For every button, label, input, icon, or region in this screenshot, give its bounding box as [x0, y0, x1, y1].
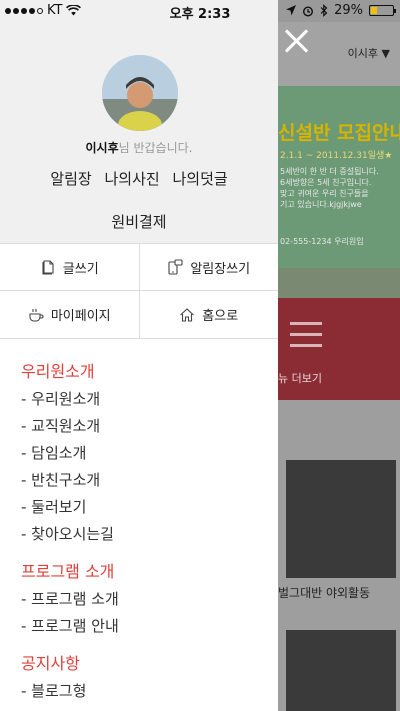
banner-date: 2.1.1 ~ 2011.12.31일생★	[280, 151, 393, 161]
menu-heading[interactable]: 공지사항	[21, 650, 271, 674]
menu-heading[interactable]: 우리원소개	[21, 358, 271, 382]
battery-percent: 29%	[334, 3, 363, 18]
location-icon	[286, 5, 297, 16]
menu-item[interactable]: - 담임소개	[21, 440, 271, 467]
menu-heading[interactable]: 프로그램 소개	[21, 558, 271, 582]
mypage-label: 마이페이지	[50, 309, 111, 324]
drawer-menu: 우리원소개 - 우리원소개 - 교직원소개 - 담임소개 - 반친구소개 - 둘…	[21, 358, 271, 711]
avatar[interactable]	[102, 55, 178, 131]
mypage-button[interactable]: 마이페이지	[0, 291, 139, 338]
background-photo-caption[interactable]: 벌그대반 야외활동	[278, 584, 370, 601]
link-my-comments[interactable]: 나의덧글	[172, 170, 227, 188]
battery-fill	[371, 7, 378, 14]
menu-item[interactable]: - 찾아오시는길	[21, 521, 271, 548]
background-page: 이시후 ▼ 신설반 모집안내 2.1.1 ~ 2011.12.31일생★ 5세반…	[278, 0, 400, 711]
coffee-cup-icon	[29, 308, 44, 322]
menu-item[interactable]: - 프로그램 안내	[21, 613, 271, 640]
banner-text: 5세반이 한 반 더 증설됩니다. 6세방향은 5세 친구입니다. 맞고 귀여운…	[280, 166, 379, 210]
document-icon	[42, 260, 54, 275]
user-name: 이시후	[85, 141, 119, 155]
status-right: 29%	[286, 3, 396, 18]
home-button[interactable]: 홈으로	[138, 291, 279, 338]
menu-group-about: 우리원소개 - 우리원소개 - 교직원소개 - 담임소개 - 반친구소개 - 둘…	[21, 358, 271, 548]
banner-phone: 02-555-1234 우리원입	[280, 237, 364, 246]
banner-illustration	[278, 268, 400, 298]
banner-line: 5세반이 한 반 더 증설됩니다.	[280, 167, 379, 176]
menu-item[interactable]: - 둘러보기	[21, 494, 271, 521]
link-my-photos[interactable]: 나의사진	[105, 170, 160, 188]
greeting-suffix: 님 반갑습니다.	[118, 141, 193, 155]
notice-write-label: 알림장쓰기	[190, 261, 251, 277]
quick-actions: 글쓰기 알림장쓰기 마이페이지 홈으로	[0, 243, 278, 339]
greeting: 이시후님 반갑습니다.	[0, 139, 278, 156]
banner-line: 6세방향은 5세 친구입니다.	[280, 178, 372, 187]
write-button[interactable]: 글쓰기	[0, 244, 139, 290]
menu-item[interactable]: - 교직원소개	[21, 413, 271, 440]
avatar-photo	[102, 55, 178, 131]
link-notice[interactable]: 알림장	[50, 170, 91, 188]
bluetooth-icon	[320, 4, 328, 17]
background-menu-bar[interactable]: 뉴 더보기	[278, 298, 400, 400]
phone-message-icon	[168, 259, 183, 275]
home-icon	[180, 307, 195, 322]
banner-title: 신설반 모집안내	[278, 122, 400, 144]
background-banner[interactable]: 신설반 모집안내 2.1.1 ~ 2011.12.31일생★ 5세반이 한 반 …	[278, 86, 400, 298]
home-label: 홈으로	[202, 309, 239, 324]
payment-link[interactable]: 원비결제	[0, 211, 278, 232]
background-photo[interactable]	[286, 630, 396, 711]
background-user-menu[interactable]: 이시후 ▼	[348, 45, 390, 61]
status-bar: KT 오후 2:33 29%	[0, 0, 400, 22]
write-label: 글쓰기	[62, 261, 99, 277]
menu-group-program: 프로그램 소개 - 프로그램 소개 - 프로그램 안내	[21, 558, 271, 640]
background-more-label: 뉴 더보기	[278, 372, 322, 385]
menu-item[interactable]: - 블로그형	[21, 678, 271, 705]
banner-line: 맞고 귀여운 우리 친구들을	[280, 189, 369, 198]
menu-item[interactable]: - 프로그램 소개	[21, 586, 271, 613]
banner-line: 기고 있습니다.kjgjkjwe	[280, 200, 362, 209]
side-drawer: 이시후님 반갑습니다. 알림장 나의사진 나의덧글 원비결제 글쓰기 알림장쓰기…	[0, 0, 278, 711]
profile-section: 이시후님 반갑습니다. 알림장 나의사진 나의덧글 원비결제	[0, 0, 278, 243]
quick-row: 마이페이지 홈으로	[0, 291, 278, 339]
menu-item[interactable]: - 반친구소개	[21, 467, 271, 494]
profile-links: 알림장 나의사진 나의덧글	[0, 168, 278, 189]
hamburger-icon	[290, 322, 322, 355]
background-photo[interactable]	[286, 460, 396, 578]
quick-row: 글쓰기 알림장쓰기	[0, 243, 278, 291]
menu-group-notice: 공지사항 - 블로그형	[21, 650, 271, 705]
battery-icon	[369, 5, 396, 16]
close-icon[interactable]	[282, 26, 312, 56]
notice-write-button[interactable]: 알림장쓰기	[138, 244, 279, 290]
alarm-icon	[303, 5, 314, 17]
menu-item[interactable]: - 우리원소개	[21, 386, 271, 413]
